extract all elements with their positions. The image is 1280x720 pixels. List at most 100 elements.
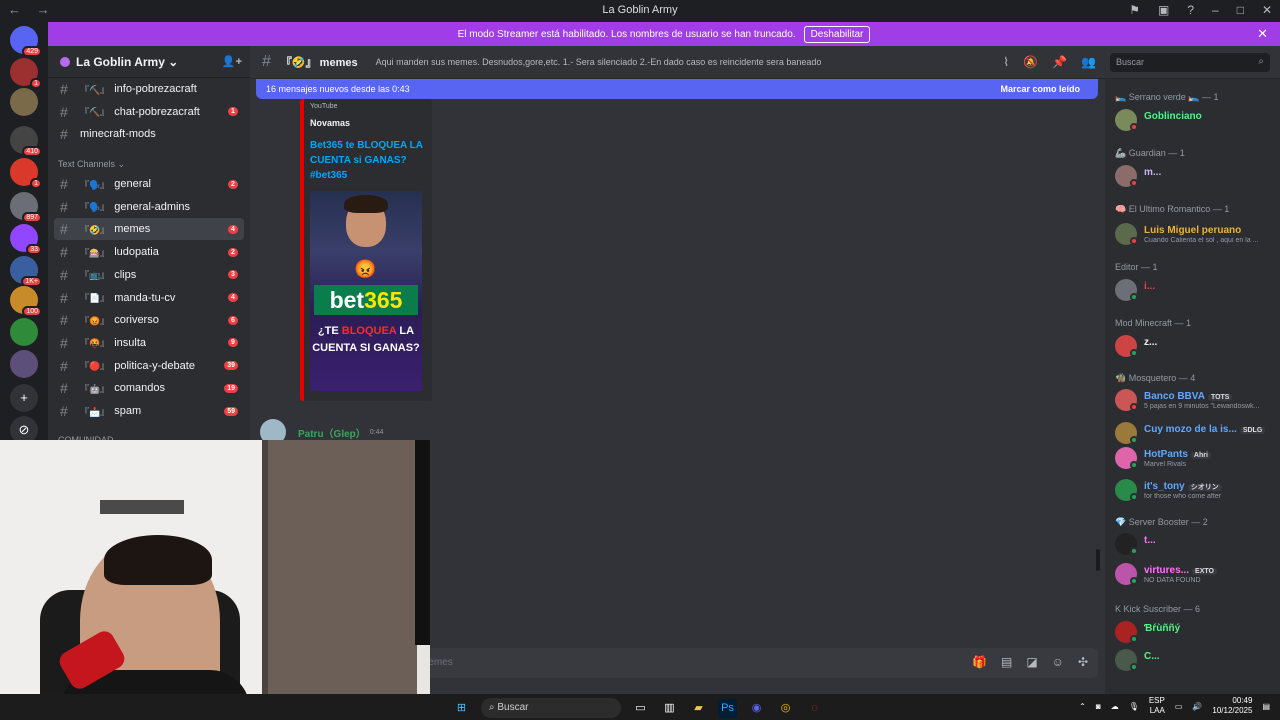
- volume-icon[interactable]: 🔊: [1192, 702, 1202, 711]
- tray-app-icon[interactable]: ◙: [1096, 702, 1101, 711]
- gift-icon[interactable]: 🎁: [972, 655, 987, 669]
- notification-icon[interactable]: ▤: [1262, 702, 1270, 711]
- server-icon[interactable]: 897: [10, 192, 42, 223]
- server-icon[interactable]: [10, 350, 38, 378]
- channel-item-ludopatia[interactable]: # 『🎰』 ludopatia 2: [54, 241, 244, 263]
- threads-icon[interactable]: ⌇: [1003, 55, 1009, 69]
- files-icon[interactable]: ▥: [660, 699, 679, 718]
- windows-start-icon[interactable]: ⊞: [452, 699, 471, 718]
- channel-item-memes[interactable]: # 『🤣』 memes 4: [54, 218, 244, 241]
- channel-item-comandos[interactable]: # 『🤖』 comandos 19: [54, 377, 244, 399]
- embed-title-link[interactable]: Bet365 te BLOQUEA LA CUENTA si GANAS? #b…: [310, 138, 426, 183]
- member-item[interactable]: z...: [1115, 333, 1277, 359]
- screen-icon[interactable]: ▣: [1158, 3, 1169, 17]
- mic-icon[interactable]: 🎙: [1129, 702, 1139, 711]
- scrollbar[interactable]: [1096, 549, 1100, 571]
- add-server-icon[interactable]: +: [10, 384, 38, 412]
- disable-streamer-button[interactable]: Deshabilitar: [803, 25, 871, 43]
- hashtag-icon: #: [60, 289, 68, 306]
- channel-item-general-admins[interactable]: # 『🗣️』 general-admins: [54, 196, 244, 218]
- unread-badge: 2: [228, 179, 238, 189]
- gif-icon[interactable]: ▤: [1001, 655, 1012, 669]
- member-status-text: 5 pajas en 9 minutos "Lewandoswk...: [1144, 403, 1260, 410]
- new-messages-bar[interactable]: 16 mensajes nuevos desde las 0:43 Marcar…: [256, 79, 1098, 99]
- tray-chevron-icon[interactable]: ⌃: [1079, 702, 1086, 711]
- channel-item-info-pobrezacraft[interactable]: # 『⛏️』 info-pobrezacraft: [54, 78, 244, 100]
- channel-item-insulta[interactable]: # 『🤬』 insulta 9: [54, 332, 244, 354]
- server-icon[interactable]: 1: [10, 58, 42, 89]
- folder-icon[interactable]: ▰: [689, 699, 708, 718]
- status-icon: [1130, 179, 1138, 187]
- member-item[interactable]: Luis Miguel peruano Cuando Calienta el so…: [1115, 221, 1277, 247]
- member-item[interactable]: virtures... EXTO NO DATA FOUND: [1115, 561, 1277, 587]
- clock[interactable]: 00:49 10/12/2025: [1212, 696, 1252, 716]
- network-icon[interactable]: ▭: [1175, 702, 1183, 711]
- role-header: 🦾 Guardian — 1: [1115, 148, 1185, 158]
- member-item[interactable]: Goblinciano: [1115, 107, 1277, 133]
- member-item[interactable]: Ɓŕùññý: [1115, 619, 1277, 645]
- members-icon[interactable]: 👥: [1081, 55, 1096, 69]
- server-icon[interactable]: 33: [10, 224, 42, 255]
- member-status-text: NO DATA FOUND: [1144, 577, 1201, 584]
- channel-item-manda-tu-cv[interactable]: # 『📄』 manda-tu-cv 4: [54, 287, 244, 309]
- embed-author[interactable]: Novamas: [310, 118, 426, 128]
- channel-label: general-admins: [114, 200, 191, 213]
- inbox-icon[interactable]: ⚑: [1129, 3, 1140, 17]
- search-input[interactable]: Buscar ⌕: [1110, 53, 1270, 72]
- minimize-icon[interactable]: –: [1212, 3, 1219, 17]
- video-thumbnail[interactable]: 😡 bet365 ¿TE BLOQUEA LA CUENTA SI GANAS?: [310, 191, 422, 391]
- photoshop-icon[interactable]: Ps: [718, 698, 737, 718]
- member-name: Goblinciano: [1144, 111, 1202, 122]
- sticker-icon[interactable]: ◪: [1026, 655, 1037, 669]
- invite-icon[interactable]: 👤+: [222, 55, 242, 68]
- mark-read-button[interactable]: Marcar como leído: [1000, 84, 1080, 94]
- emoji-icon[interactable]: ☺: [1052, 655, 1064, 669]
- taskbar-search[interactable]: ⌕ Buscar: [481, 698, 621, 718]
- discord-icon[interactable]: ◉: [747, 699, 766, 718]
- unread-badge: 4: [228, 224, 238, 234]
- member-item[interactable]: C...: [1115, 647, 1277, 673]
- mute-icon[interactable]: 🔕: [1023, 55, 1038, 69]
- channel-item-coriverso[interactable]: # 『😡』 coriverso 6: [54, 309, 244, 331]
- chrome-icon[interactable]: ◎: [776, 699, 795, 718]
- channel-topic[interactable]: Aqui manden sus memes. Desnudos,gore,etc…: [376, 57, 822, 67]
- task-view-icon[interactable]: ▭: [631, 699, 650, 718]
- server-icon[interactable]: 1: [10, 158, 42, 189]
- server-icon[interactable]: [10, 88, 38, 116]
- language-indicator[interactable]: ESP LAA: [1149, 696, 1165, 716]
- guild-header[interactable]: La Goblin Army ⌄ 👤+: [48, 46, 250, 78]
- server-icon[interactable]: 429: [10, 26, 42, 57]
- channel-item-spam[interactable]: # 『📩』 spam 59: [54, 400, 244, 422]
- member-item[interactable]: Banco BBVA TOTS 5 pajas en 9 minutos "Lewa…: [1115, 387, 1277, 413]
- member-item[interactable]: t...: [1115, 531, 1277, 557]
- member-name: Banco BBVA TOTS: [1144, 391, 1233, 402]
- server-icon[interactable]: [10, 318, 38, 346]
- help-icon[interactable]: ?: [1187, 3, 1194, 17]
- member-tag: Ahri: [1190, 452, 1211, 459]
- member-item[interactable]: i...: [1115, 277, 1277, 303]
- server-icon[interactable]: 410: [10, 126, 42, 157]
- close-window-icon[interactable]: ✕: [1262, 3, 1272, 17]
- channel-item-clips[interactable]: # 『📺』 clips 3: [54, 264, 244, 286]
- channel-label: insulta: [114, 336, 147, 349]
- server-icon[interactable]: 100: [10, 286, 42, 317]
- maximize-icon[interactable]: □: [1237, 3, 1244, 17]
- member-item[interactable]: it's_tony シオリン for those who come after: [1115, 477, 1277, 503]
- apps-icon[interactable]: ✣: [1078, 655, 1088, 669]
- unread-badge: 2: [228, 247, 238, 257]
- category-text-channels[interactable]: Text Channels ⌄: [58, 159, 125, 170]
- close-banner-icon[interactable]: ✕: [1257, 26, 1268, 42]
- channel-item-chat-pobrezacraft[interactable]: # 『⛏️』 chat-pobrezacraft 1: [54, 101, 244, 123]
- server-icon[interactable]: 1K+: [10, 256, 42, 287]
- channel-item-minecraft-mods[interactable]: # minecraft-mods: [54, 123, 244, 145]
- pin-icon[interactable]: 📌: [1052, 55, 1067, 69]
- onedrive-icon[interactable]: ☁: [1111, 702, 1119, 711]
- member-item[interactable]: m...: [1115, 163, 1277, 189]
- status-icon: [1130, 635, 1138, 643]
- channel-item-politica-y-debate[interactable]: # 『🔴』 politica-y-debate 39: [54, 355, 244, 377]
- member-item[interactable]: Cuy mozo de la is... SDLG: [1115, 420, 1277, 446]
- channel-item-general[interactable]: # 『🗣️』 general 2: [54, 173, 244, 195]
- message-username[interactable]: Patru（Glep）: [298, 425, 366, 440]
- member-item[interactable]: HotPants Ahri Marvel Rivals: [1115, 445, 1277, 471]
- obs-icon[interactable]: ◌: [805, 699, 824, 718]
